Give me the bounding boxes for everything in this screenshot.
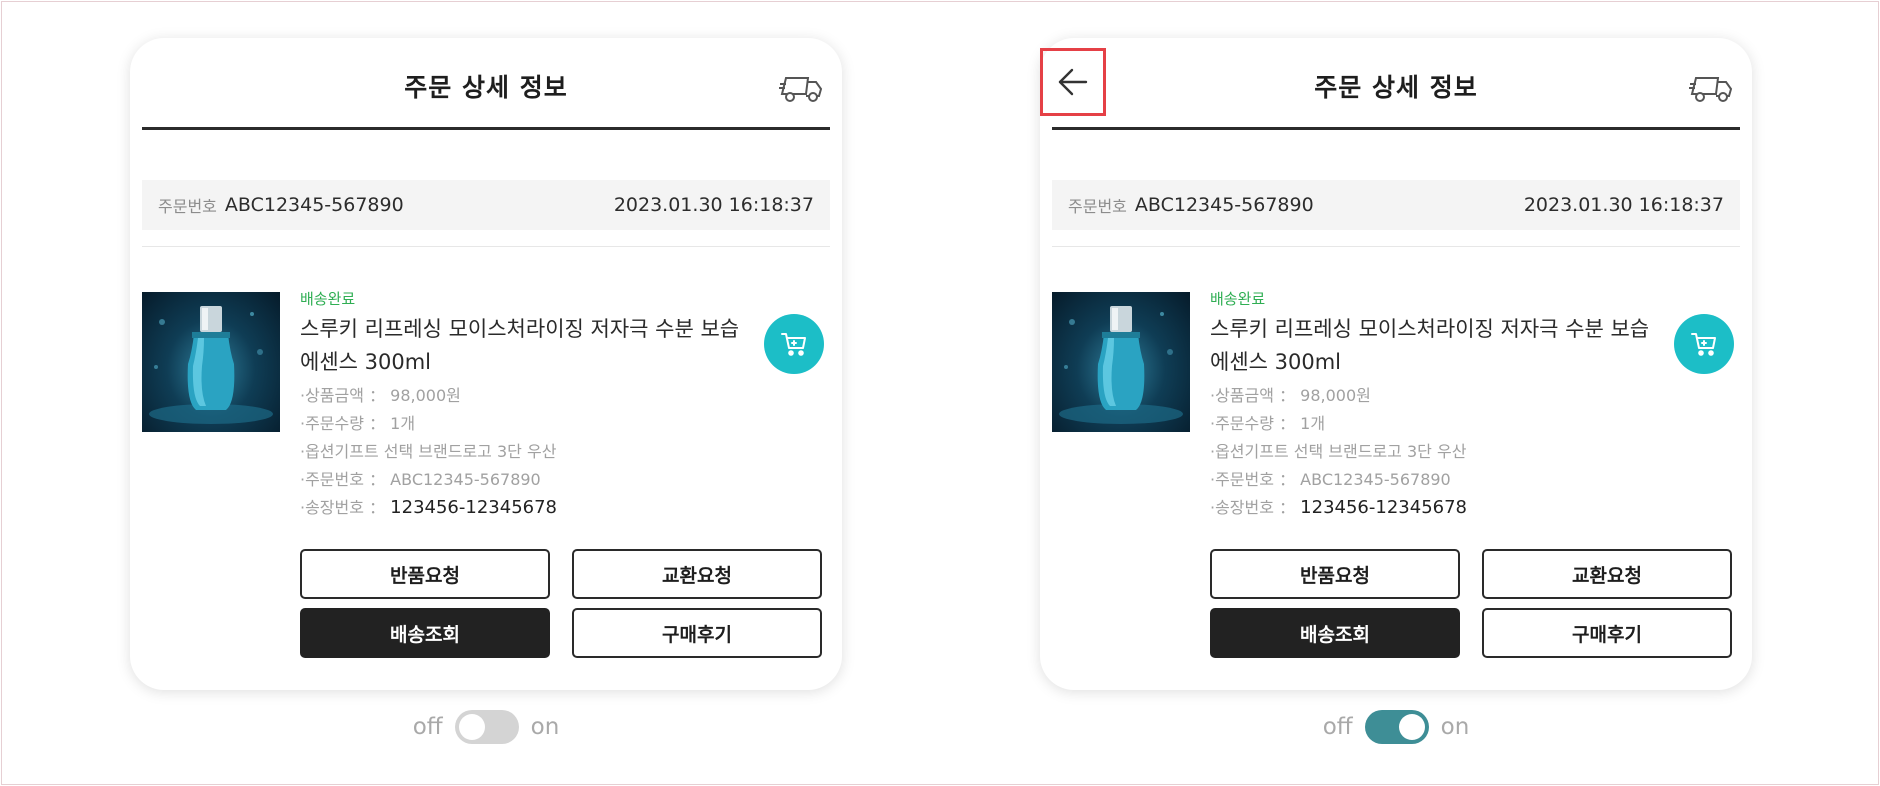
order-info-bar: 주문번호 ABC12345-567890 2023.01.30 16:18:37: [1052, 180, 1740, 230]
order-datetime: 2023.01.30 16:18:37: [613, 194, 814, 216]
delivery-status-badge: 배송완료: [300, 290, 356, 308]
truck-icon[interactable]: [1688, 70, 1734, 104]
back-button-toggle-row: off on: [130, 710, 842, 744]
return-request-button[interactable]: 반품요청: [1210, 549, 1460, 599]
product-image[interactable]: [1052, 292, 1190, 432]
toggle-on-label: on: [1440, 714, 1470, 740]
spec-quantity: ·주문수량 ： 1개: [300, 414, 416, 433]
write-review-button[interactable]: 구매후기: [572, 608, 822, 658]
section-divider: [1052, 246, 1740, 247]
spec-price: ·상품금액 ： 98,000원: [300, 386, 461, 405]
header-divider: [1052, 127, 1740, 130]
exchange-request-button[interactable]: 교환요청: [572, 549, 822, 599]
order-number-label: 주문번호: [158, 197, 217, 216]
spec-price: ·상품금액 ： 98,000원: [1210, 386, 1371, 405]
order-number-label: 주문번호: [1068, 197, 1127, 216]
order-detail-variant-off: 주문 상세 정보 주문번호 ABC12345-567890 2023.01.30…: [130, 38, 842, 744]
back-button-toggle-row: off on: [1040, 710, 1752, 744]
spec-invoice-number: ·송장번호 ： 123456-12345678: [1210, 497, 1467, 518]
product-name[interactable]: 스루키 리프레싱 모이스처라이징 저자극 수분 보습 에센스 300ml: [1210, 313, 1650, 379]
toggle-knob: [458, 714, 485, 740]
spec-order-number: ·주문번호 ： ABC12345-567890: [1210, 470, 1451, 489]
section-divider: [142, 246, 830, 247]
order-number: ABC12345-567890: [1134, 194, 1314, 216]
track-delivery-button[interactable]: 배송조회: [300, 608, 550, 658]
add-to-cart-button[interactable]: [1674, 314, 1734, 374]
spec-quantity: ·주문수량 ： 1개: [1210, 414, 1326, 433]
spec-invoice-number: ·송장번호 ： 123456-12345678: [300, 497, 557, 518]
spec-order-number: ·주문번호 ： ABC12345-567890: [300, 470, 541, 489]
return-request-button[interactable]: 반품요청: [300, 549, 550, 599]
order-info-bar: 주문번호 ABC12345-567890 2023.01.30 16:18:37: [142, 180, 830, 230]
spec-option: ·옵션기프트 선택 브랜드로고 3단 우산: [300, 442, 557, 461]
order-detail-card: 주문 상세 정보 주문번호 ABC12345-567890 2023.01.30…: [130, 38, 842, 690]
order-detail-card: 주문 상세 정보 주문번호 ABC12345-567890 2023.01.30…: [1040, 38, 1752, 690]
cart-icon: [1691, 333, 1716, 356]
back-button-toggle[interactable]: [454, 710, 519, 744]
back-button-toggle[interactable]: [1364, 710, 1429, 744]
add-to-cart-button[interactable]: [764, 314, 824, 374]
header-divider: [142, 127, 830, 130]
product-name[interactable]: 스루키 리프레싱 모이스처라이징 저자극 수분 보습 에센스 300ml: [300, 313, 740, 379]
order-datetime: 2023.01.30 16:18:37: [1523, 194, 1724, 216]
product-specs: ·상품금액 ： 98,000원 ·주문수량 ： 1개 ·옵션기프트 선택 브랜드…: [1210, 382, 1467, 522]
product-image[interactable]: [142, 292, 280, 432]
page-title: 주문 상세 정보: [404, 73, 568, 102]
order-number: ABC12345-567890: [224, 194, 404, 216]
delivery-status-badge: 배송완료: [1210, 290, 1266, 308]
spec-option: ·옵션기프트 선택 브랜드로고 3단 우산: [1210, 442, 1467, 461]
toggle-off-label: off: [1322, 714, 1353, 740]
order-detail-variant-on: 주문 상세 정보 주문번호 ABC12345-567890 2023.01.30…: [1040, 38, 1752, 744]
cart-icon: [781, 333, 806, 356]
toggle-off-label: off: [412, 714, 443, 740]
exchange-request-button[interactable]: 교환요청: [1482, 549, 1732, 599]
write-review-button[interactable]: 구매후기: [1482, 608, 1732, 658]
track-delivery-button[interactable]: 배송조회: [1210, 608, 1460, 658]
truck-icon[interactable]: [778, 70, 824, 104]
toggle-on-label: on: [530, 714, 560, 740]
product-specs: ·상품금액 ： 98,000원 ·주문수량 ： 1개 ·옵션기프트 선택 브랜드…: [300, 382, 557, 522]
toggle-knob: [1398, 714, 1425, 740]
page-title: 주문 상세 정보: [1314, 73, 1478, 102]
